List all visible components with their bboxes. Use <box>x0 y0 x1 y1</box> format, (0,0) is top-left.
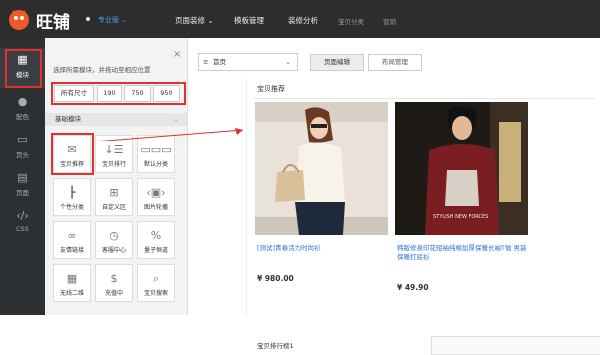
module-label: 宝贝排行 <box>101 161 126 168</box>
module-label: 图片轮播 <box>143 204 168 211</box>
product-title[interactable]: 韩版修身印花短袖纯棉加厚保暖长袖T恤 男装保暖打底衫 <box>397 244 527 262</box>
search-icon: ⌕ <box>152 272 160 285</box>
nav-page-decoration[interactable]: 页面装修 ⌄ <box>175 15 214 26</box>
rail-item-page[interactable]: ▤ 页面 <box>0 166 45 206</box>
tree-icon: ┣ <box>68 186 76 199</box>
module-label: 自定义区 <box>101 204 126 211</box>
module-item-custom-category[interactable]: ┣ 个性分类 <box>53 178 91 216</box>
envelope-icon: ✉ <box>67 143 77 156</box>
ranking-toolbar <box>431 336 600 355</box>
header-icon: ▭ <box>17 133 28 146</box>
chevron-down-icon: ⌄ <box>121 16 128 24</box>
page-canvas: 宝贝推荐 [测试]青春活力时尚衫 ¥ 980.00 STYLISH NEW FO… <box>246 78 600 355</box>
module-item-quantum[interactable]: % 量子恒道 <box>137 221 175 259</box>
module-item-recommend[interactable]: ✉ 宝贝推荐 <box>53 135 91 173</box>
image-icon: ‹▣› <box>146 186 166 199</box>
nav-decoration-analysis[interactable]: 装修分析 <box>288 15 318 26</box>
module-label: 充值中 <box>104 290 123 297</box>
size-all-button[interactable]: 所有尺寸 <box>54 85 94 102</box>
rail-item-colors[interactable]: ● 配色 <box>0 90 45 130</box>
grid-icon: ⊞ <box>109 186 119 199</box>
code-icon: ‹/› <box>16 209 29 222</box>
module-label: 友情链接 <box>59 247 84 254</box>
nav-marketing[interactable]: 营销 <box>383 16 396 26</box>
module-label: 个性分类 <box>59 204 84 211</box>
module-label: 量子恒道 <box>143 247 168 254</box>
nav-item-category[interactable]: 宝贝分类 <box>338 16 364 26</box>
rail-label: 模块 <box>16 71 29 79</box>
module-item-service[interactable]: ◷ 客服中心 <box>95 221 133 259</box>
module-label: 客服中心 <box>101 247 126 254</box>
arrow-icon <box>99 128 244 141</box>
module-item-search[interactable]: ⌕ 宝贝搜索 <box>137 264 175 302</box>
size-750-button[interactable]: 750 <box>124 85 151 102</box>
size-190-button[interactable]: 190 <box>97 85 122 102</box>
coin-icon: $ <box>110 272 118 285</box>
page-select[interactable]: ≡ 首页 ⌄ <box>198 53 298 71</box>
rail-item-header[interactable]: ▭ 页头 <box>0 128 45 168</box>
size-label: 所有尺寸 <box>61 89 87 97</box>
page-select-icon: ≡ <box>203 58 209 66</box>
close-icon[interactable]: × <box>173 49 181 60</box>
chevron-down-icon: ⌄ <box>207 16 214 25</box>
module-item-custom-area[interactable]: ⊞ 自定义区 <box>95 178 133 216</box>
percent-icon: % <box>150 229 162 242</box>
grid-icon: ▦ <box>17 53 28 66</box>
brand-dot <box>86 17 90 21</box>
edition-label: 专业版 <box>98 16 119 24</box>
nav-template-manage[interactable]: 模板管理 <box>234 15 264 26</box>
rail-item-modules[interactable]: ▦ 模块 <box>0 48 45 88</box>
module-panel: × 选择所需模块，并拖动至相应位置 所有尺寸 190 750 950 基础模块 … <box>45 38 188 315</box>
page-select-value: 首页 <box>213 58 226 66</box>
chevron-down-icon: ⌄ <box>285 58 291 66</box>
left-rail: ▦ 模块 ● 配色 ▭ 页头 ▤ 页面 ‹/› CSS <box>0 38 45 315</box>
nav-label: 页面装修 <box>175 16 205 25</box>
rail-label: CSS <box>16 225 29 233</box>
module-label: 宝贝搜索 <box>143 290 168 297</box>
link-icon: ∞ <box>67 229 77 242</box>
module-label: 宝贝推荐 <box>59 161 84 168</box>
section-label: 基础模块 <box>55 115 81 123</box>
ranking-section-title: 宝贝排行榜1 <box>257 342 294 350</box>
clock-icon: ◷ <box>109 229 119 242</box>
palette-icon: ● <box>17 95 28 108</box>
module-item-carousel[interactable]: ‹▣› 图片轮播 <box>137 178 175 216</box>
module-label: 默认分类 <box>143 161 168 168</box>
rail-label: 页面 <box>16 189 29 197</box>
brand-name: 旺铺 <box>36 13 70 33</box>
product-price: ¥ 49.90 <box>397 283 429 292</box>
logo-icon <box>9 10 29 30</box>
rail-label: 页头 <box>16 151 29 159</box>
tabs-icon: ▭▭▭ <box>140 143 172 156</box>
divider <box>255 98 595 99</box>
qrcode-icon: ▦ <box>66 272 78 285</box>
tab-layout-manage[interactable]: 布局管理 <box>368 54 422 71</box>
module-item-links[interactable]: ∞ 友情链接 <box>53 221 91 259</box>
page-icon: ▤ <box>17 171 28 184</box>
panel-hint: 选择所需模块，并拖动至相应位置 <box>53 66 151 74</box>
edition-dropdown[interactable]: 专业版 ⌄ <box>98 15 127 25</box>
rail-item-css[interactable]: ‹/› CSS <box>0 204 45 244</box>
main-editor: ≡ 首页 ⌄ 页面编辑 布局管理 宝贝推荐 [测试]青春活力时尚衫 ¥ 980.… <box>188 38 600 355</box>
product-image[interactable]: STYLISH NEW FORCES <box>395 102 528 235</box>
module-label: 无线二维 <box>59 290 84 297</box>
size-950-button[interactable]: 950 <box>153 85 180 102</box>
svg-text:STYLISH NEW FORCES: STYLISH NEW FORCES <box>433 214 488 220</box>
module-item-recharge[interactable]: $ 充值中 <box>95 264 133 302</box>
product-price: ¥ 980.00 <box>257 274 294 283</box>
module-item-qrcode[interactable]: ▦ 无线二维 <box>53 264 91 302</box>
rail-label: 配色 <box>16 113 29 121</box>
section-title: 宝贝推荐 <box>257 85 285 93</box>
tab-page-edit[interactable]: 页面编辑 <box>310 54 364 71</box>
product-image[interactable] <box>255 102 388 235</box>
list-sort-icon: ↓☰ <box>104 143 124 156</box>
top-bar: 旺铺 专业版 ⌄ 页面装修 ⌄ 模板管理 装修分析 宝贝分类 营销 <box>0 0 600 38</box>
product-title[interactable]: [测试]青春活力时尚衫 <box>257 244 387 253</box>
